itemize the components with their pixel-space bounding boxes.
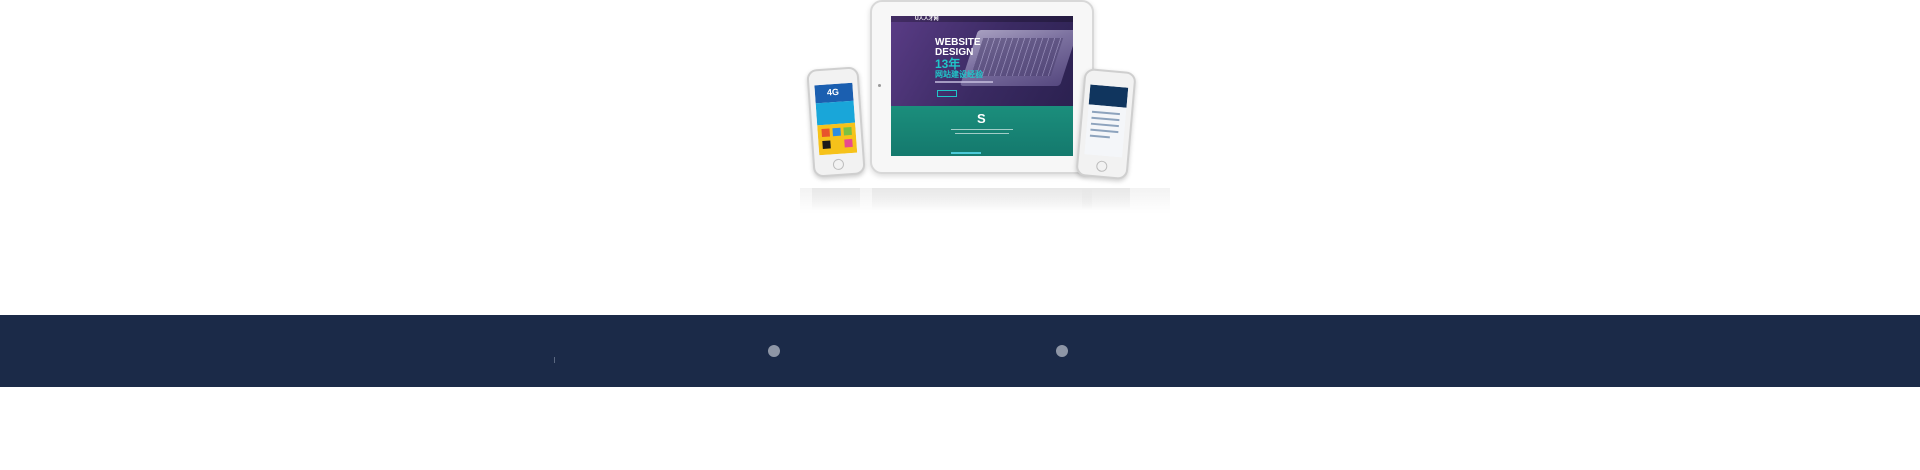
tablet-years: 13年 <box>935 57 961 71</box>
footer-band <box>0 315 1920 387</box>
divider <box>554 357 555 363</box>
phone-left-badge: 4G <box>826 86 840 98</box>
phone-right-image <box>1075 67 1137 181</box>
tablet-cta <box>937 90 957 97</box>
home-button-icon <box>832 158 845 171</box>
hero-device-mockup: 4G U人人才网 WEBSITE DESIGN 13年 网站建设经验 S <box>800 0 1170 220</box>
phone-right-screen <box>1084 84 1129 158</box>
tablet-section-letter: S <box>977 111 986 126</box>
carousel-dot[interactable] <box>1056 345 1068 357</box>
phone-left-image: 4G <box>806 66 866 178</box>
carousel-dot[interactable] <box>768 345 780 357</box>
device-reflection <box>800 188 1170 214</box>
phone-left-screen: 4G <box>814 82 858 156</box>
tablet-brand: U人人才网 <box>915 16 939 22</box>
camera-icon <box>878 84 881 87</box>
tablet-screen: U人人才网 WEBSITE DESIGN 13年 网站建设经验 S <box>891 16 1073 156</box>
tablet-headline: 网站建设经验 <box>935 70 983 79</box>
tablet-image: U人人才网 WEBSITE DESIGN 13年 网站建设经验 S <box>870 0 1094 174</box>
carousel-dots <box>977 98 989 111</box>
home-button-icon <box>1095 160 1108 173</box>
